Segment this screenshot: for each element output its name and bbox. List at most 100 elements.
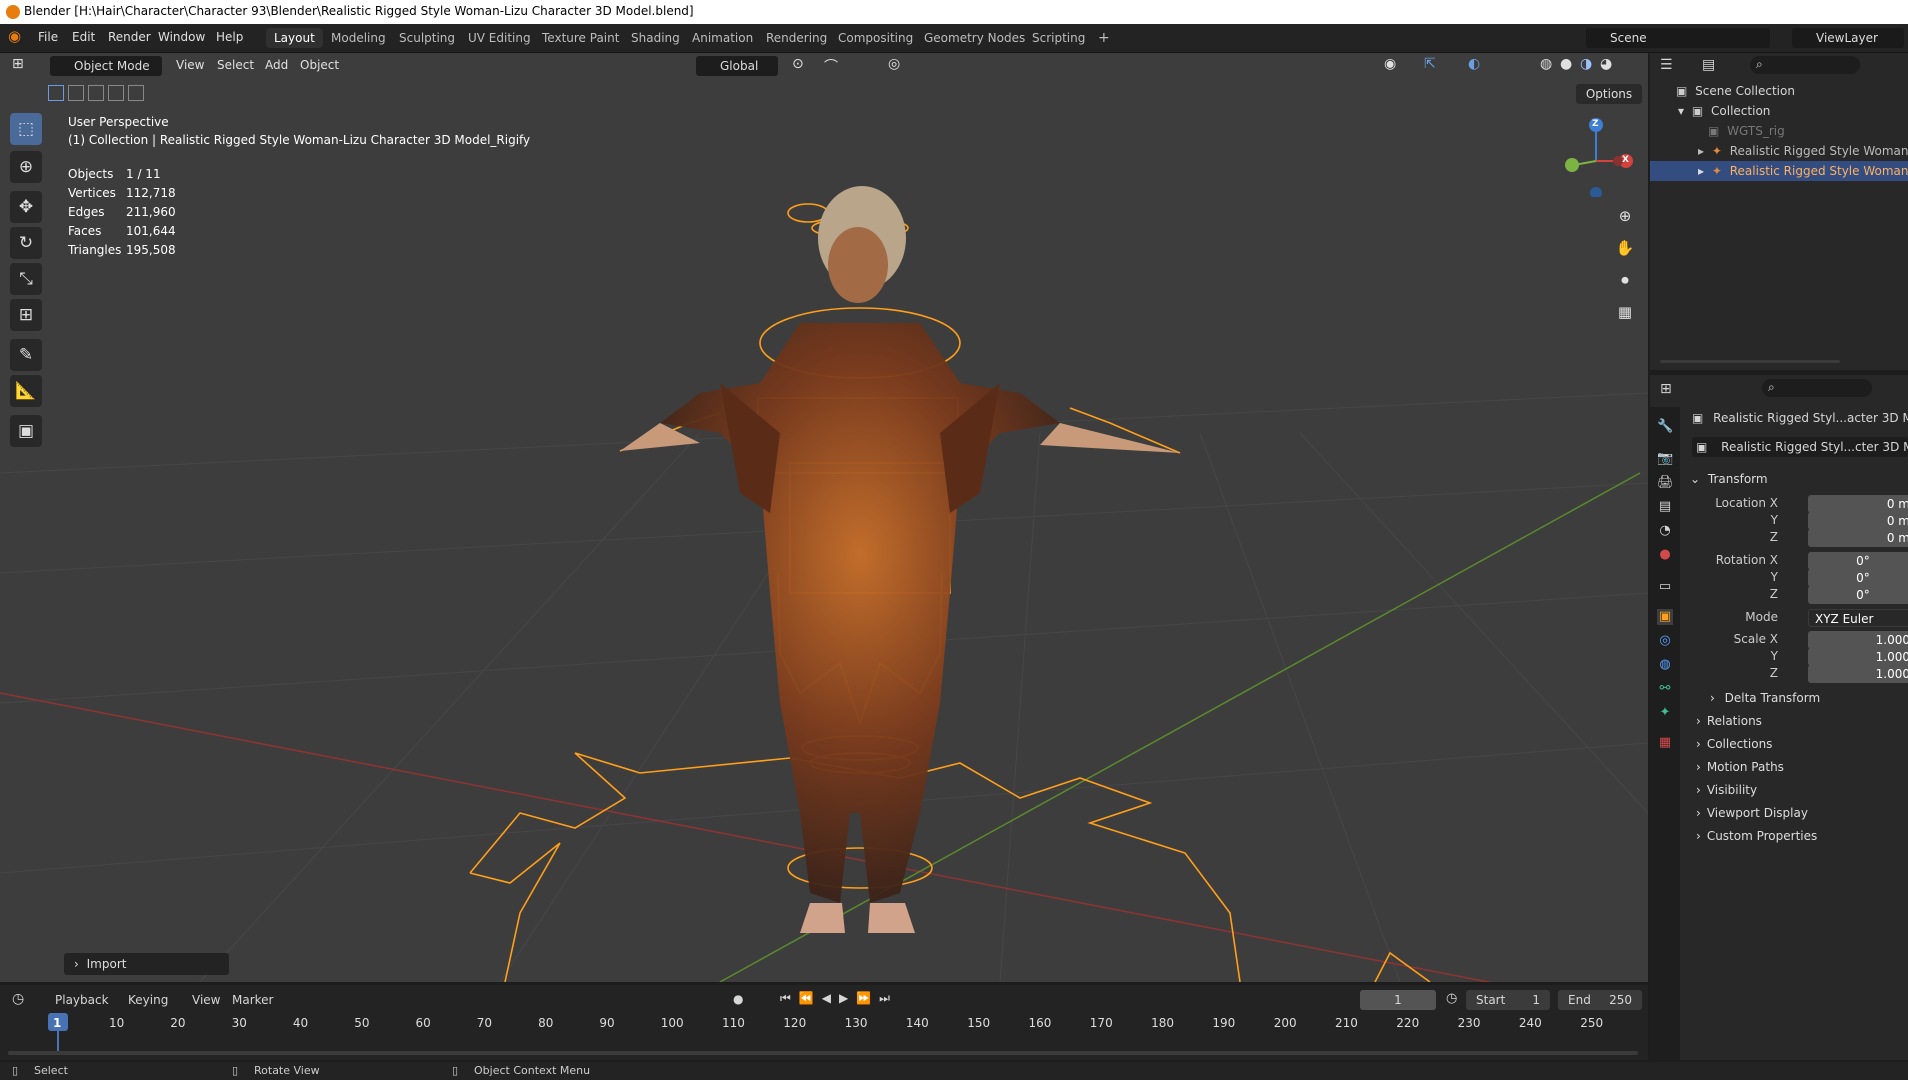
properties-editor-icon[interactable]: ⊞ — [1660, 381, 1672, 397]
start-frame-field[interactable]: Start 1 — [1466, 990, 1550, 1010]
tab-modeling[interactable]: Modeling — [323, 28, 394, 48]
visibility-icon[interactable]: ◉ — [1384, 56, 1396, 72]
data-tab-icon[interactable]: ✦ — [1657, 705, 1673, 721]
add-cube-tool[interactable]: ▣ — [10, 415, 42, 447]
outliner-scrollbar[interactable] — [1660, 360, 1840, 363]
rotate-tool[interactable]: ↻ — [10, 227, 42, 259]
location-z-field[interactable]: 0 m — [1808, 529, 1908, 547]
menu-render[interactable]: Render — [108, 30, 151, 44]
outliner-editor-icon[interactable]: ☰ — [1660, 57, 1673, 73]
tab-compositing[interactable]: Compositing — [830, 28, 921, 48]
timeline-scrollbar[interactable] — [8, 1051, 1638, 1055]
cursor-tool[interactable]: ⊕ — [10, 151, 42, 183]
blender-menu-icon[interactable]: ◉ — [8, 27, 21, 45]
tab-scripting[interactable]: Scripting — [1024, 28, 1093, 48]
options-dropdown[interactable]: Options — [1576, 84, 1642, 104]
add-workspace-button[interactable]: + — [1090, 28, 1118, 48]
motion-paths-header[interactable]: › Motion Paths — [1696, 760, 1784, 774]
outliner-search-input[interactable]: ⌕ — [1750, 56, 1860, 74]
collections-header[interactable]: › Collections — [1696, 737, 1772, 751]
chevron-down-icon[interactable]: ▾ — [1678, 104, 1684, 118]
timeline-menu-playback[interactable]: Playback — [55, 993, 109, 1007]
display-mode-icon[interactable]: ▤ — [1702, 57, 1715, 73]
chevron-right-icon[interactable]: ▸ — [1698, 164, 1704, 178]
tab-geometry-nodes[interactable]: Geometry Nodes — [916, 28, 1033, 48]
outliner-scene-collection[interactable]: ▣ Scene Collection — [1650, 81, 1908, 101]
outliner-collection[interactable]: ▾ ▣ Collection — [1650, 101, 1908, 121]
tool-tab-icon[interactable]: 🔧 — [1657, 419, 1673, 435]
scene-selector[interactable]: Scene — [1586, 28, 1770, 48]
menu-help[interactable]: Help — [216, 30, 243, 44]
end-frame-field[interactable]: End 250 — [1558, 990, 1642, 1010]
delta-transform-header[interactable]: › Delta Transform — [1710, 691, 1820, 705]
timeline-menu-keying[interactable]: Keying — [128, 993, 168, 1007]
viewport-menu-view[interactable]: View — [176, 58, 204, 72]
gizmo-toggle-icon[interactable]: ⇱ — [1424, 56, 1436, 72]
rotation-x-field[interactable]: 0° — [1808, 552, 1908, 570]
move-tool[interactable]: ✥ — [10, 191, 42, 223]
rotation-z-field[interactable]: 0° — [1808, 586, 1908, 604]
timeline-menu-view[interactable]: View — [192, 993, 220, 1007]
scale-x-field[interactable]: 1.000 — [1808, 631, 1908, 649]
3d-viewport[interactable]: ⊞ Object Mode View Select Add Object Glo… — [0, 53, 1648, 982]
select-box-tool[interactable]: ⬚ — [10, 113, 42, 145]
snap-icon[interactable]: ⌒ — [824, 56, 838, 76]
proportional-edit-icon[interactable]: ◎ — [888, 56, 900, 72]
texture-tab-icon[interactable]: ▦ — [1657, 735, 1673, 751]
location-y-field[interactable]: 0 m — [1808, 512, 1908, 530]
select-subtract-icon[interactable] — [88, 85, 104, 101]
transform-header[interactable]: ⌄ Transform — [1690, 472, 1768, 486]
rotation-y-field[interactable]: 0° — [1808, 569, 1908, 587]
view-layer-selector[interactable]: ViewLayer — [1792, 28, 1904, 48]
clock-icon[interactable]: ◷ — [1446, 991, 1457, 1006]
scale-tool[interactable]: ⤡ — [10, 263, 42, 295]
annotate-tool[interactable]: ✎ — [10, 339, 42, 371]
timeline-editor-icon[interactable]: ◷ — [12, 991, 24, 1007]
select-invert-icon[interactable] — [108, 85, 124, 101]
object-data-selector[interactable]: ▣ Realistic Rigged Styl...cter 3D Model — [1692, 437, 1908, 457]
wireframe-shading-icon[interactable]: ◍ — [1540, 56, 1552, 72]
tab-shading[interactable]: Shading — [623, 28, 688, 48]
current-frame-field[interactable]: 1 — [1360, 990, 1436, 1010]
viewport-menu-select[interactable]: Select — [217, 58, 254, 72]
overlay-toggle-icon[interactable]: ◐ — [1468, 56, 1480, 72]
tab-rendering[interactable]: Rendering — [758, 28, 835, 48]
visibility-header[interactable]: › Visibility — [1696, 783, 1757, 797]
tab-uv-editing[interactable]: UV Editing — [460, 28, 539, 48]
material-shading-icon[interactable]: ◑ — [1580, 56, 1592, 72]
render-tab-icon[interactable]: 📷 — [1657, 451, 1673, 467]
menu-edit[interactable]: Edit — [72, 30, 95, 44]
zoom-icon[interactable]: ⊕ — [1612, 203, 1638, 229]
solid-shading-icon[interactable]: ● — [1560, 56, 1572, 72]
ortho-grid-icon[interactable]: ▦ — [1612, 299, 1638, 325]
tab-sculpting[interactable]: Sculpting — [391, 28, 463, 48]
transform-orientation-selector[interactable]: Global — [696, 56, 778, 76]
menu-window[interactable]: Window — [158, 30, 205, 44]
tab-animation[interactable]: Animation — [684, 28, 761, 48]
import-operator-panel[interactable]: › Import — [64, 953, 229, 975]
outliner-item-wgts[interactable]: ▣ WGTS_rig — [1650, 121, 1908, 141]
camera-view-icon[interactable]: ⏺ — [1612, 267, 1638, 293]
viewport-menu-add[interactable]: Add — [265, 58, 288, 72]
editor-type-icon[interactable]: ⊞ — [12, 56, 24, 72]
transform-tool[interactable]: ⊞ — [10, 299, 42, 331]
pivot-icon[interactable]: ⊙ — [792, 56, 804, 72]
location-x-field[interactable]: 0 m — [1808, 495, 1908, 513]
viewport-menu-object[interactable]: Object — [300, 58, 339, 72]
rotation-mode-selector[interactable]: XYZ Euler — [1808, 609, 1908, 627]
viewport-display-header[interactable]: › Viewport Display — [1696, 806, 1808, 820]
constraint-tab-icon[interactable]: ⚯ — [1657, 681, 1673, 697]
selection-mode-buttons[interactable] — [48, 83, 144, 101]
menu-file[interactable]: File — [38, 30, 58, 44]
measure-tool[interactable]: 📐 — [10, 375, 42, 407]
record-icon[interactable]: ● — [733, 992, 743, 1006]
scale-z-field[interactable]: 1.000 — [1808, 665, 1908, 683]
properties-search-input[interactable]: ⌕ — [1762, 379, 1872, 397]
tab-layout[interactable]: Layout — [266, 28, 323, 48]
relations-header[interactable]: › Relations — [1696, 714, 1762, 728]
chevron-right-icon[interactable]: ▸ — [1698, 144, 1704, 158]
playback-controls[interactable]: ⏮⏪◀▶⏩⏭ — [780, 991, 898, 1006]
outliner-item-selected[interactable]: ▸ ✦ Realistic Rigged Style Woman-Lizu — [1650, 161, 1908, 181]
scale-y-field[interactable]: 1.000 — [1808, 648, 1908, 666]
mode-selector[interactable]: Object Mode — [50, 56, 162, 76]
